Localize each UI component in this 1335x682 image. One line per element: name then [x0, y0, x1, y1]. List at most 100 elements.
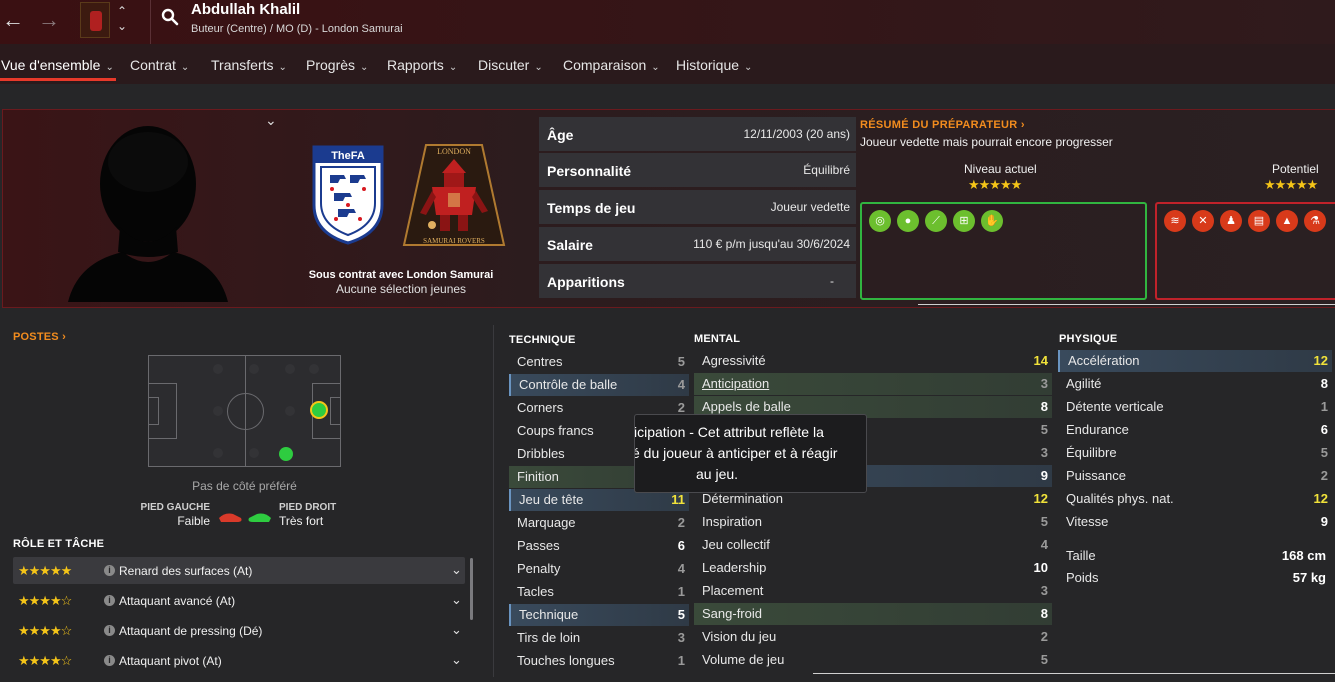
- top-bar: ← → ⌃ ⌄ Abdullah Khalil Buteur (Centre) …: [0, 0, 1335, 44]
- attribute-row[interactable]: Contrôle de balle 4: [509, 374, 689, 396]
- position-dot[interactable]: [285, 364, 295, 374]
- chevron-down-icon[interactable]: ⌄: [451, 622, 462, 638]
- info-icon[interactable]: i: [104, 595, 115, 606]
- chevron-down-icon[interactable]: ⌄: [451, 562, 462, 578]
- tab-contract[interactable]: Contrat ⌄: [130, 57, 189, 73]
- attribute-row[interactable]: Jeu collectif 4: [694, 534, 1052, 556]
- attribute-row[interactable]: Sang-froid 8: [694, 603, 1052, 625]
- chevron-up-icon[interactable]: ⌃: [117, 4, 127, 19]
- scout-summary-link[interactable]: RÉSUMÉ DU PRÉPARATEUR ›: [860, 119, 1025, 131]
- weight-value: 57 kg: [1292, 570, 1326, 585]
- attribute-row[interactable]: Agressivité 14: [694, 350, 1052, 372]
- attribute-row[interactable]: Penalty 4: [509, 558, 689, 580]
- attribute-row[interactable]: Inspiration 5: [694, 511, 1052, 533]
- chevron-down-icon[interactable]: ⌄: [451, 592, 462, 608]
- position-dot[interactable]: [213, 448, 223, 458]
- attribute-row[interactable]: Vitesse 9: [1058, 511, 1332, 533]
- tab-reports[interactable]: Rapports ⌄: [387, 57, 457, 73]
- player-switcher[interactable]: ⌃ ⌄: [117, 4, 127, 34]
- current-ability-stars: ★★★★★: [968, 177, 1022, 192]
- attribute-row[interactable]: Anticipation 3: [694, 373, 1052, 395]
- attribute-name: Volume de jeu: [702, 652, 785, 667]
- physique-title: PHYSIQUE: [1059, 333, 1118, 345]
- chevron-down-icon: ⌄: [360, 62, 369, 73]
- club-crest-icon[interactable]: [80, 2, 110, 38]
- info-value: -: [830, 274, 834, 288]
- positions-link[interactable]: POSTES ›: [13, 331, 66, 343]
- tackle-icon[interactable]: ✕: [1192, 210, 1214, 232]
- position-dot-accomplished[interactable]: [279, 447, 293, 461]
- technique-title: TECHNIQUE: [509, 334, 576, 346]
- flask-icon[interactable]: ⚗: [1304, 210, 1326, 232]
- tab-history[interactable]: Historique ⌄: [676, 57, 752, 73]
- attribute-value: 9: [1320, 514, 1328, 529]
- tab-comparison[interactable]: Comparaison ⌄: [563, 57, 660, 73]
- attribute-row[interactable]: Marquage 2: [509, 512, 689, 534]
- attribute-name: Anticipation: [702, 376, 770, 391]
- back-arrow-icon[interactable]: ←: [2, 9, 24, 31]
- attribute-value: 6: [677, 538, 685, 553]
- cone-icon[interactable]: ▲: [1276, 210, 1298, 232]
- potential-stars: ★★★★★: [1264, 177, 1318, 192]
- info-icon[interactable]: i: [104, 625, 115, 636]
- search-icon[interactable]: [161, 8, 179, 26]
- position-dot-natural[interactable]: [310, 401, 328, 419]
- info-label: Apparitions: [547, 274, 625, 290]
- foot-icon[interactable]: ♟: [1220, 210, 1242, 232]
- attribute-row[interactable]: Équilibre 5: [1058, 442, 1332, 464]
- info-icon[interactable]: i: [104, 655, 115, 666]
- boot-icon[interactable]: ⟋: [925, 210, 947, 232]
- chevron-down-icon[interactable]: ⌄: [451, 652, 462, 668]
- attribute-row[interactable]: Puissance 2: [1058, 465, 1332, 487]
- scrollbar[interactable]: [470, 558, 473, 620]
- attribute-row[interactable]: Placement 3: [694, 580, 1052, 602]
- tab-transfers[interactable]: Transferts ⌄: [211, 57, 287, 73]
- role-row[interactable]: ★★★★☆ i Attaquant de pressing (Dé) ⌄: [13, 617, 465, 644]
- attribute-row[interactable]: Tirs de loin 3: [509, 627, 689, 649]
- attribute-name: Jeu collectif: [702, 537, 770, 552]
- attribute-row[interactable]: Touches longues 1: [509, 650, 689, 672]
- info-label: Temps de jeu: [547, 200, 636, 216]
- tab-discuss[interactable]: Discuter ⌄: [478, 57, 543, 73]
- chevron-down-icon[interactable]: ⌄: [117, 19, 127, 34]
- attribute-name: Puissance: [1066, 468, 1126, 483]
- position-dot[interactable]: [249, 364, 259, 374]
- spring-icon[interactable]: ≋: [1164, 210, 1186, 232]
- clipboard-icon[interactable]: ▤: [1248, 210, 1270, 232]
- attribute-row[interactable]: Accélération 12: [1058, 350, 1332, 372]
- attribute-row[interactable]: Leadership 10: [694, 557, 1052, 579]
- brain-icon[interactable]: ●: [897, 210, 919, 232]
- position-dot[interactable]: [249, 448, 259, 458]
- position-dot[interactable]: [213, 364, 223, 374]
- chevron-down-icon[interactable]: ⌄: [265, 112, 277, 129]
- tab-overview[interactable]: Vue d'ensemble ⌄: [1, 57, 114, 73]
- attribute-row[interactable]: Détente verticale 1: [1058, 396, 1332, 418]
- goal-icon[interactable]: ⊞: [953, 210, 975, 232]
- role-name: Attaquant de pressing (Dé): [119, 624, 263, 638]
- info-icon[interactable]: i: [104, 565, 115, 576]
- position-dot[interactable]: [213, 406, 223, 416]
- attribute-row[interactable]: Agilité 8: [1058, 373, 1332, 395]
- position-dot[interactable]: [309, 364, 319, 374]
- attribute-row[interactable]: Volume de jeu 5: [694, 649, 1052, 671]
- target-icon[interactable]: ◎: [869, 210, 891, 232]
- attribute-row[interactable]: Centres 5: [509, 351, 689, 373]
- role-row[interactable]: ★★★★★ i Renard des surfaces (At) ⌄: [13, 557, 465, 584]
- handshake-icon[interactable]: ✋: [981, 210, 1003, 232]
- role-row[interactable]: ★★★★☆ i Attaquant avancé (At) ⌄: [13, 587, 465, 614]
- tab-progress[interactable]: Progrès ⌄: [306, 57, 368, 73]
- role-row[interactable]: ★★★★☆ i Attaquant pivot (At) ⌄: [13, 647, 465, 674]
- attribute-name: Penalty: [517, 561, 561, 576]
- height-value: 168 cm: [1281, 548, 1326, 563]
- attribute-row[interactable]: Passes 6: [509, 535, 689, 557]
- attribute-row[interactable]: Qualités phys. nat. 12: [1058, 488, 1332, 510]
- attribute-row[interactable]: Vision du jeu 2: [694, 626, 1052, 648]
- attribute-row[interactable]: Tacles 1: [509, 581, 689, 603]
- club-bottom-text: SAMURAI ROVERS: [423, 237, 485, 245]
- attribute-row[interactable]: Technique 5: [509, 604, 689, 626]
- right-foot: PIED DROIT Très fort: [279, 502, 336, 528]
- attribute-row[interactable]: Endurance 6: [1058, 419, 1332, 441]
- divider: [813, 673, 1335, 674]
- forward-arrow-icon[interactable]: →: [38, 9, 60, 31]
- position-dot[interactable]: [285, 406, 295, 416]
